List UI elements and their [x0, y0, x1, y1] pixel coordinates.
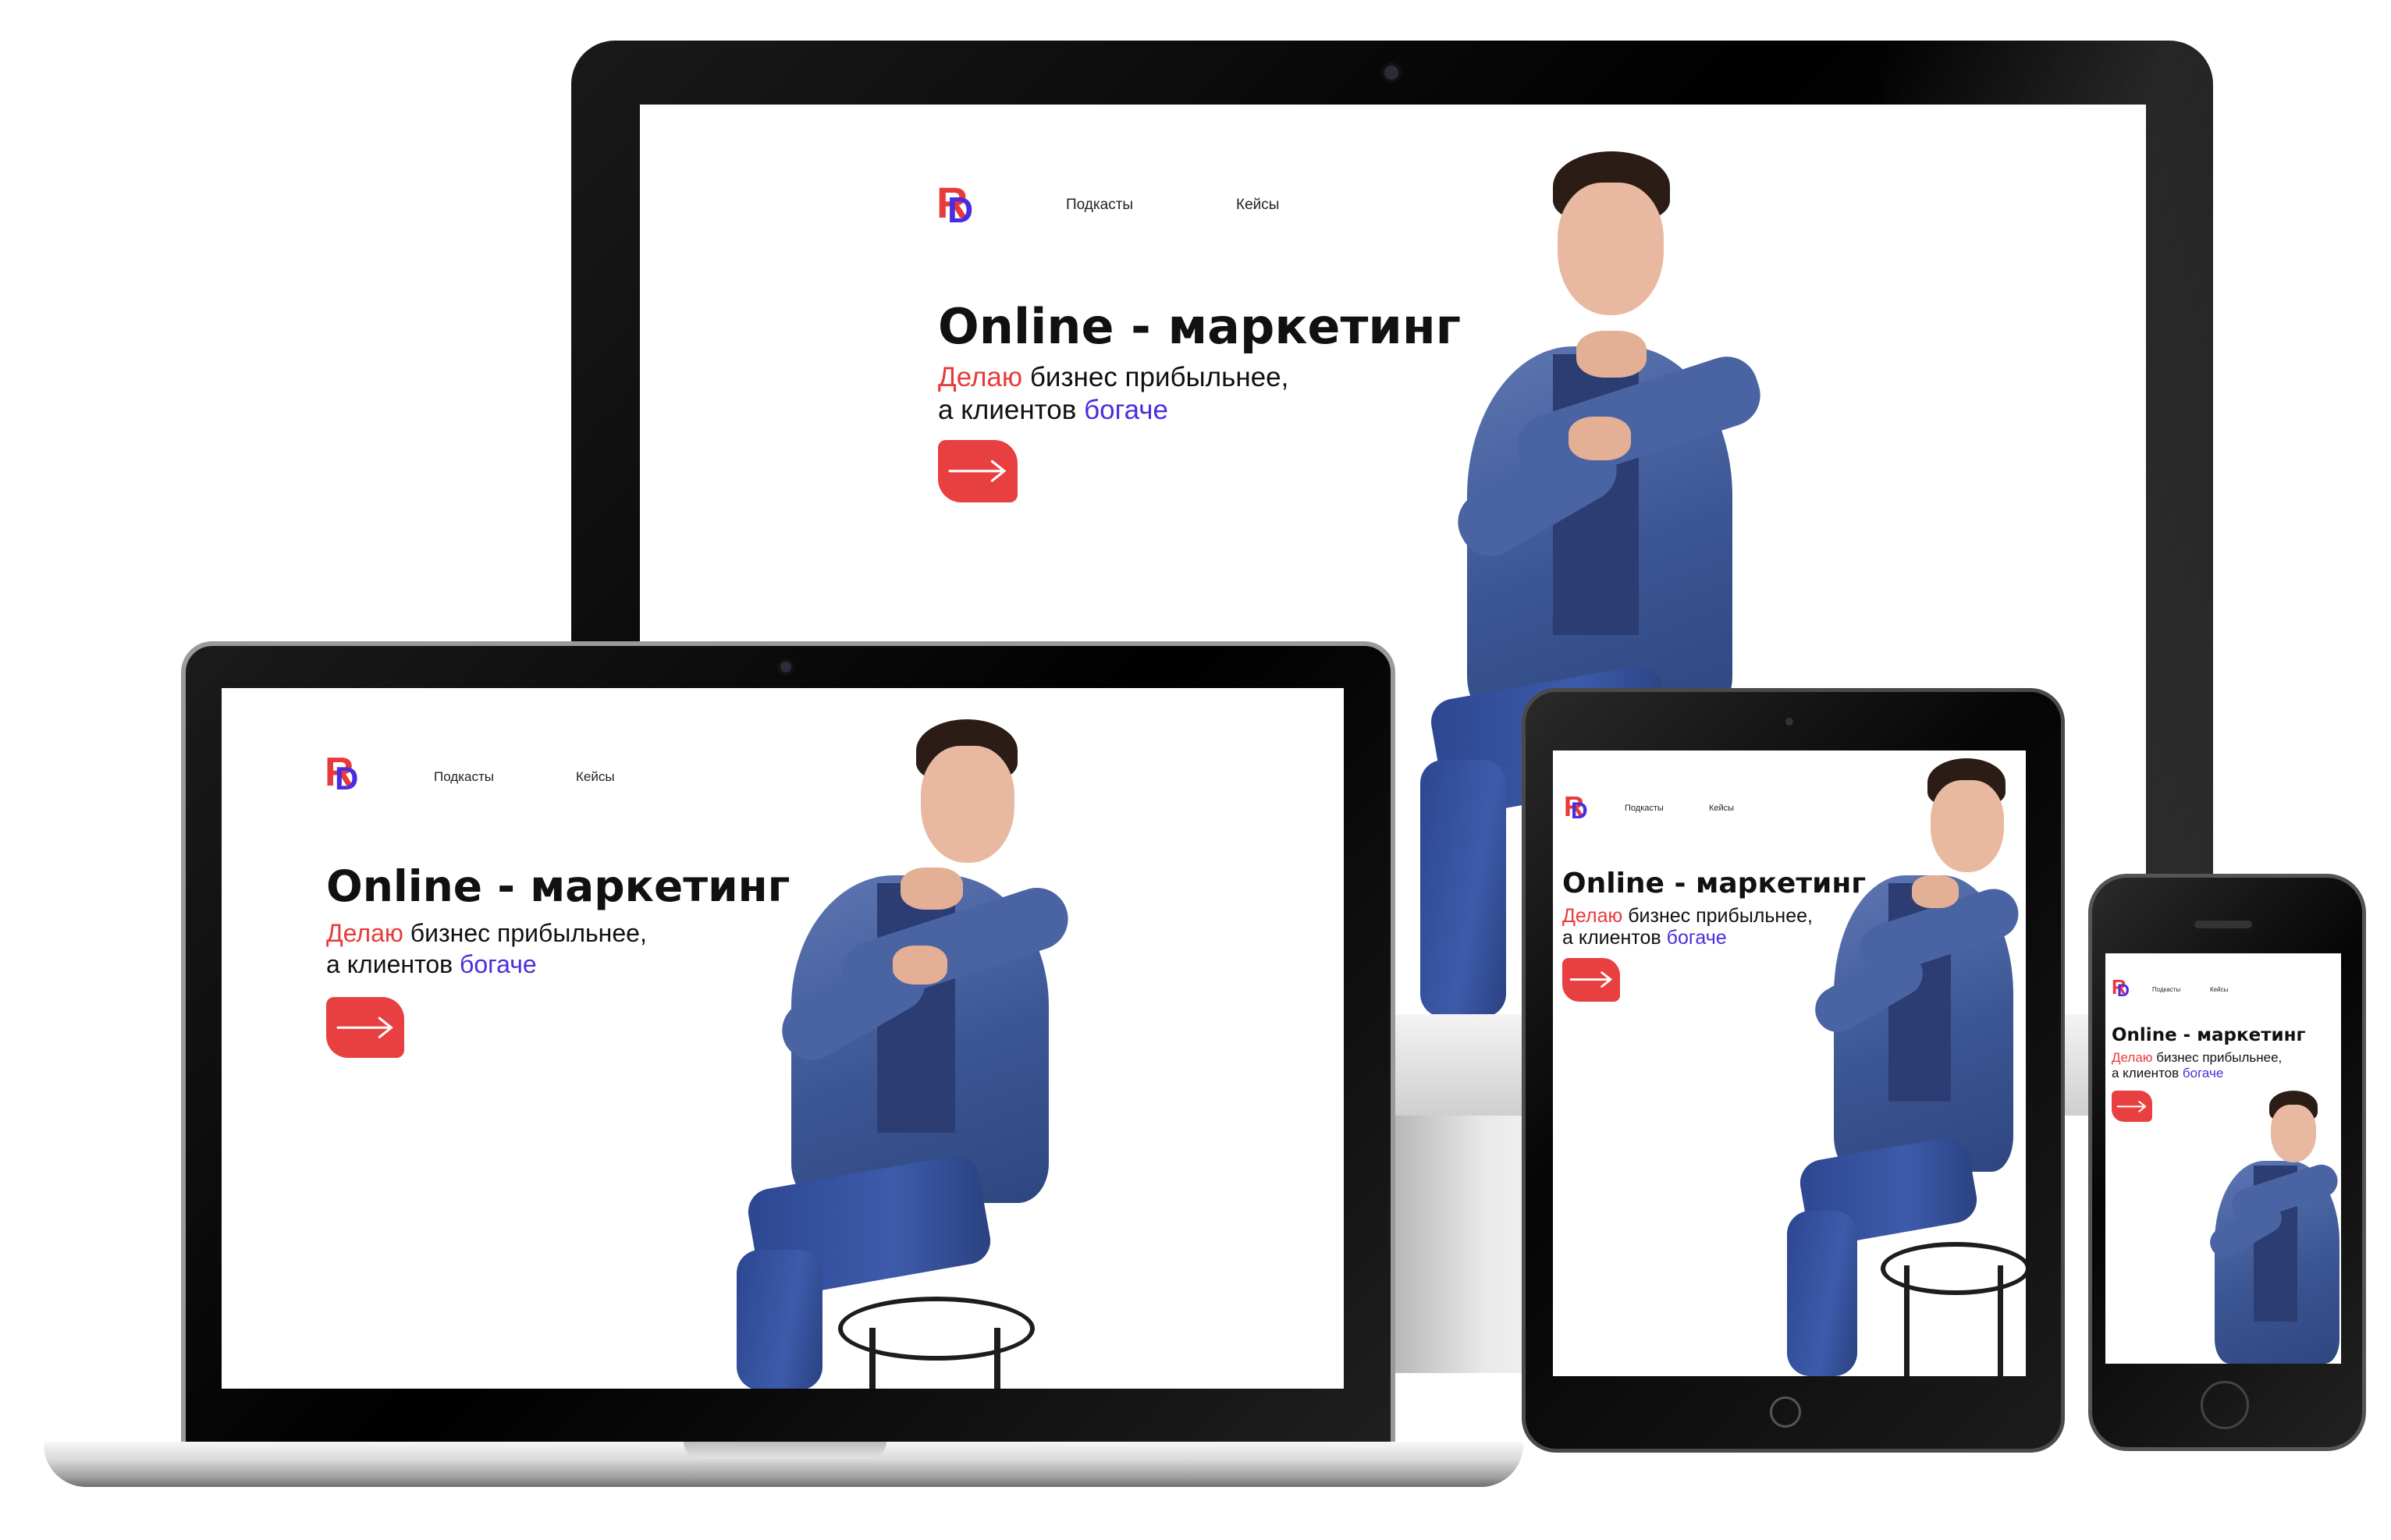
phone-screen: R D Подкасты Кейсы Online - маркетинг Де…	[2105, 953, 2341, 1364]
hero-subtitle-line1: Делаю бизнес прибыльнее,	[938, 362, 1289, 392]
nav-cases[interactable]: Кейсы	[576, 769, 615, 785]
hero-person-photo	[2199, 1091, 2341, 1364]
laptop-screen: R D Подкасты Кейсы Online - маркетинг Де…	[222, 688, 1344, 1389]
nav-podcasts[interactable]: Подкасты	[2152, 986, 2180, 993]
nav-podcasts[interactable]: Подкасты	[434, 769, 494, 785]
hero-subtitle-line2: а клиентов богаче	[1562, 927, 1727, 949]
nav-podcasts[interactable]: Подкасты	[1066, 197, 1133, 214]
site-logo[interactable]: R D	[325, 752, 368, 796]
arrow-right-icon	[1569, 971, 1612, 988]
hero-person-photo	[721, 719, 1111, 1389]
tablet-home-button[interactable]	[1770, 1396, 1801, 1428]
tablet-screen: R D Подкасты Кейсы Online - маркетинг Де…	[1553, 750, 2026, 1376]
hero-subtitle-line2: а клиентов богаче	[2112, 1066, 2224, 1080]
monitor-camera	[1384, 66, 1398, 80]
phone-speaker	[2194, 921, 2252, 928]
cta-button[interactable]	[938, 440, 1018, 502]
laptop-opening-notch	[684, 1442, 886, 1459]
cta-button[interactable]	[1562, 958, 1620, 1002]
cta-button[interactable]	[2112, 1091, 2152, 1122]
nav-podcasts[interactable]: Подкасты	[1625, 804, 1664, 813]
site-logo[interactable]: R D	[2112, 977, 2135, 1000]
nav-cases[interactable]: Кейсы	[1236, 197, 1279, 214]
site-logo[interactable]: R D	[936, 181, 983, 229]
laptop-camera	[780, 662, 791, 672]
phone-home-button[interactable]	[2201, 1381, 2249, 1429]
cta-button[interactable]	[326, 997, 404, 1058]
hero-subtitle-line2: а клиентов богаче	[326, 950, 537, 978]
arrow-right-icon	[2116, 1100, 2147, 1112]
hero-title: Online - маркетинг	[938, 298, 1462, 355]
nav-cases[interactable]: Кейсы	[1709, 804, 1734, 813]
site-logo[interactable]: R D	[1564, 793, 1595, 824]
hero-subtitle-line1: Делаю бизнес прибыльнее,	[326, 919, 647, 947]
hero-subtitle-line1: Делаю бизнес прибыльнее,	[1562, 905, 1813, 927]
arrow-right-icon	[336, 1017, 393, 1038]
tablet-camera	[1785, 718, 1793, 726]
hero-subtitle-line1: Делаю бизнес прибыльнее,	[2112, 1050, 2283, 1065]
hero-person-photo	[1787, 758, 2026, 1376]
hero-title: Online - маркетинг	[2112, 1025, 2306, 1045]
nav-cases[interactable]: Кейсы	[2210, 986, 2228, 993]
hero-subtitle-line2: а клиентов богаче	[938, 395, 1168, 425]
arrow-right-icon	[948, 460, 1007, 482]
